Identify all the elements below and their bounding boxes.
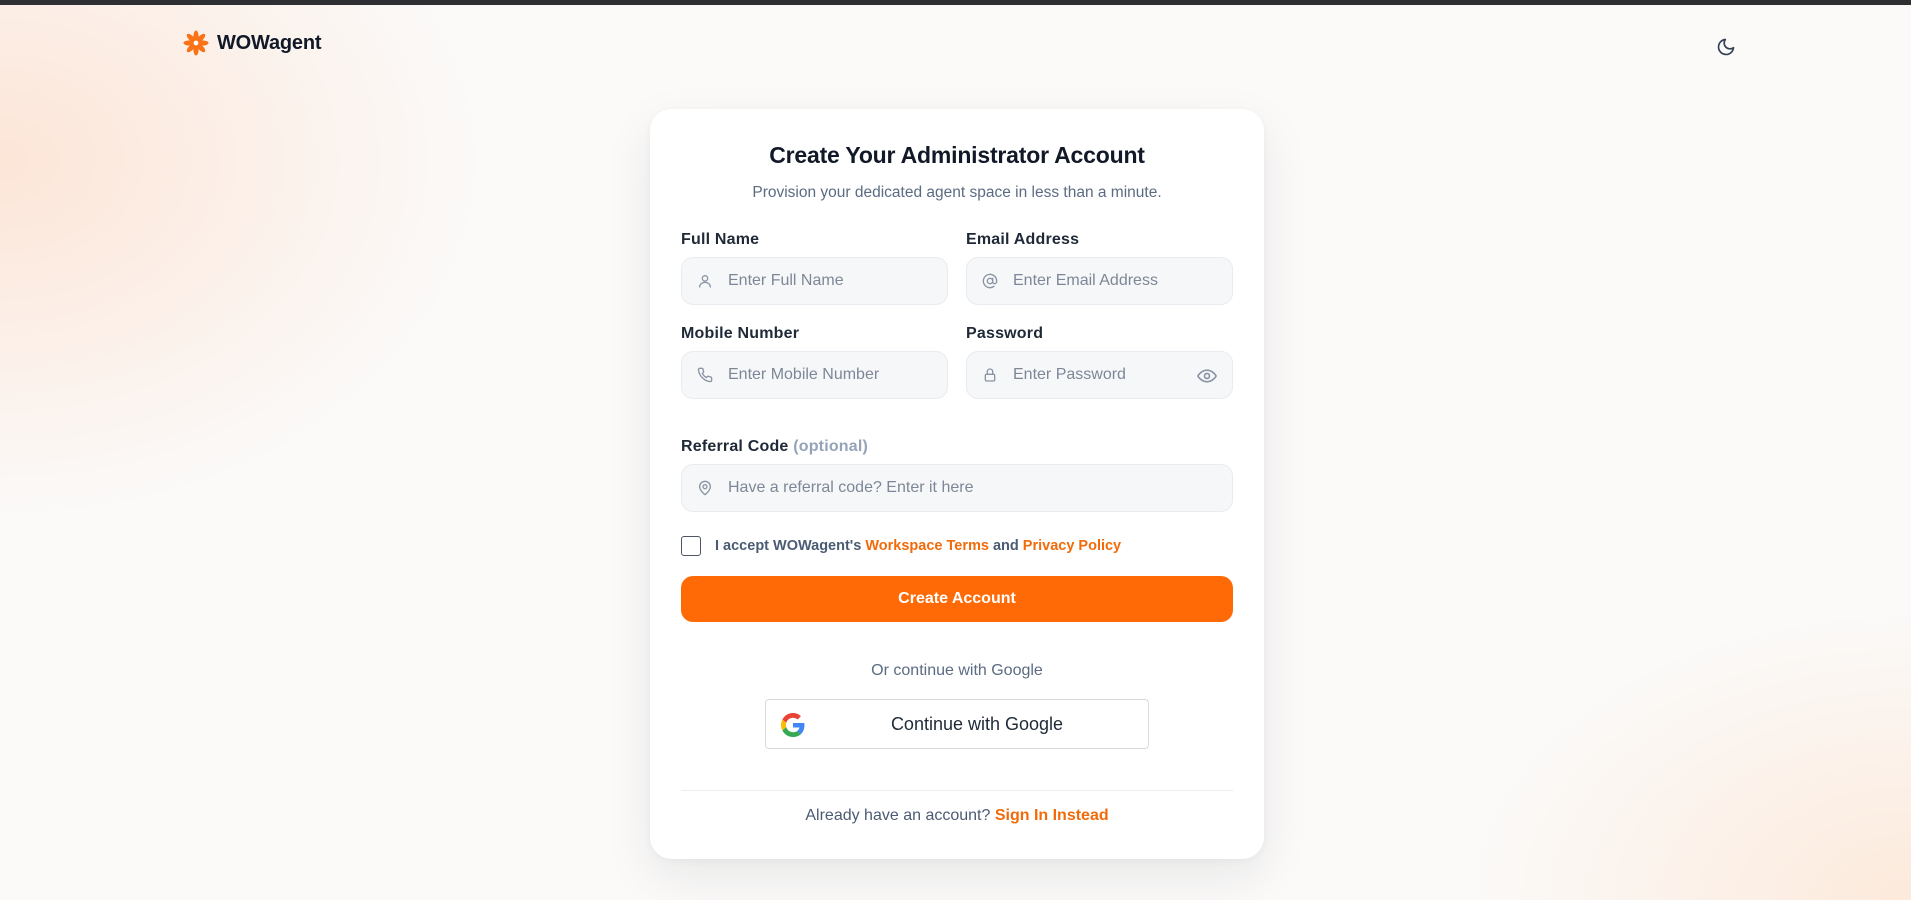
workspace-terms-link[interactable]: Workspace Terms — [865, 538, 989, 554]
mobile-input[interactable] — [728, 352, 935, 398]
or-continue-text: Or continue with Google — [871, 662, 1043, 679]
signup-card: Create Your Administrator Account Provis… — [650, 109, 1264, 859]
signin-row: Already have an account? Sign In Instead — [650, 807, 1264, 825]
full-name-field[interactable] — [681, 257, 948, 305]
page-title: Create Your Administrator Account — [769, 142, 1145, 168]
google-logo-icon — [781, 713, 805, 737]
email-input[interactable] — [1013, 258, 1220, 304]
mobile-field[interactable] — [681, 351, 948, 399]
email-field[interactable] — [966, 257, 1233, 305]
terms-prefix: I accept WOWagent's — [715, 538, 862, 554]
create-account-button[interactable]: Create Account — [681, 576, 1233, 622]
google-signin-button[interactable]: Continue with Google — [765, 699, 1149, 749]
top-border — [0, 0, 1911, 5]
referral-label-text: Referral Code — [681, 438, 789, 455]
email-label: Email Address — [966, 231, 1080, 248]
referral-optional-hint: (optional) — [793, 438, 869, 455]
theme-toggle-button[interactable] — [1714, 35, 1738, 59]
terms-and: and — [992, 538, 1019, 554]
referral-input[interactable] — [728, 465, 1220, 511]
terms-row: I accept WOWagent's Workspace Terms and … — [681, 536, 1121, 556]
brand[interactable]: WOWagent — [183, 30, 322, 56]
mobile-label: Mobile Number — [681, 325, 800, 342]
eye-icon[interactable] — [1196, 365, 1218, 387]
brand-name: WOWagent — [217, 31, 322, 54]
full-name-input[interactable] — [728, 258, 935, 304]
divider — [681, 790, 1233, 791]
full-name-label: Full Name — [681, 231, 760, 248]
moon-icon — [1717, 38, 1735, 56]
lock-icon — [981, 366, 999, 384]
password-field[interactable] — [966, 351, 1233, 399]
sign-in-link[interactable]: Sign In Instead — [995, 807, 1109, 824]
privacy-policy-link[interactable]: Privacy Policy — [1023, 538, 1121, 554]
orange-flower-icon — [183, 30, 209, 56]
phone-icon — [696, 366, 714, 384]
terms-checkbox[interactable] — [681, 536, 701, 556]
referral-field[interactable] — [681, 464, 1233, 512]
at-sign-icon — [981, 272, 999, 290]
terms-text: I accept WOWagent's Workspace Terms and … — [715, 538, 1121, 554]
referral-label: Referral Code (optional) — [681, 438, 868, 456]
password-label: Password — [966, 325, 1044, 342]
signin-prompt: Already have an account? — [805, 807, 991, 824]
google-button-label: Continue with Google — [890, 714, 1064, 734]
page-subtitle: Provision your dedicated agent space in … — [752, 184, 1162, 201]
user-icon — [696, 272, 714, 290]
password-input[interactable] — [1013, 352, 1188, 398]
map-pin-icon — [696, 479, 714, 497]
